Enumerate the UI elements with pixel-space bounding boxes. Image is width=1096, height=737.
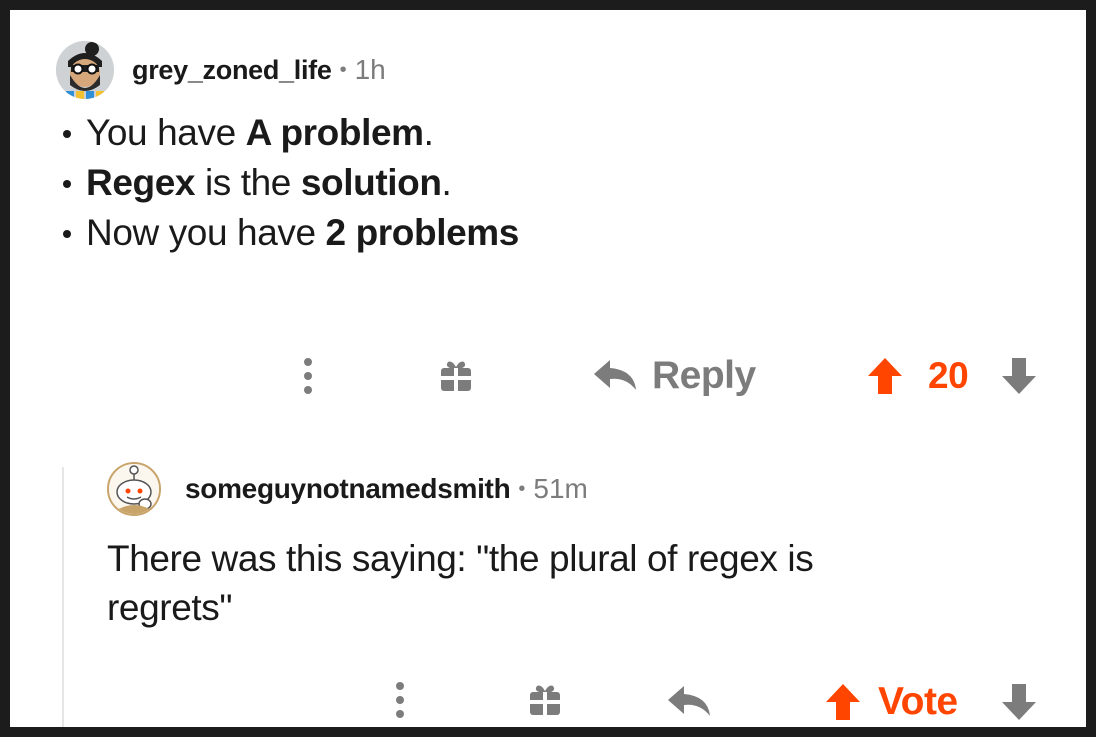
bearded-man-avatar-icon [56, 41, 114, 99]
snoo-avatar-icon [109, 464, 159, 514]
reply-button[interactable]: Reply [592, 350, 756, 402]
upvote-arrow-icon [826, 684, 860, 720]
bullet-item: You have A problem. [56, 108, 1056, 158]
vote-score: 20 [928, 350, 969, 402]
reply-label: Reply [652, 354, 756, 397]
upvote-arrow-icon [868, 358, 902, 394]
reply-arrow-icon [594, 360, 636, 390]
reply-more-options-button[interactable] [392, 678, 408, 722]
vote-label: Vote [878, 680, 958, 723]
text-run: . [441, 162, 452, 203]
bold-text: Regex [86, 162, 196, 203]
reply-username[interactable]: someguynotnamedsmith [185, 473, 511, 505]
text-run: You have [86, 112, 246, 153]
gift-award-icon [530, 685, 560, 715]
reply-arrow-icon [668, 686, 710, 716]
downvote-arrow-icon [1002, 684, 1036, 720]
comment-action-bar: Reply 20 [10, 346, 1086, 406]
reply-meta-separator: • [518, 477, 526, 500]
more-options-button[interactable] [300, 354, 316, 398]
reply-reply-button[interactable] [666, 680, 712, 724]
comment-time: 1h [354, 54, 386, 85]
more-vertical-icon [396, 682, 404, 718]
reply-body: There was this saying: "the plural of re… [107, 538, 814, 628]
bold-text: 2 problems [325, 212, 520, 253]
bold-text: solution [300, 162, 442, 203]
screen: grey_zoned_life • 1h You have A problem.… [10, 10, 1086, 727]
reply-time: 51m [533, 473, 588, 504]
upvote-button[interactable] [866, 354, 904, 398]
reply-give-award-button[interactable] [527, 680, 563, 720]
reply-action-bar: Vote [10, 670, 1086, 727]
comment-username[interactable]: grey_zoned_life [132, 55, 332, 86]
reply-vote-label: Vote [878, 676, 958, 727]
reply-avatar[interactable] [107, 462, 161, 516]
more-vertical-icon [304, 358, 312, 394]
downvote-arrow-icon [1002, 358, 1036, 394]
bullet-item: Regex is the solution. [56, 158, 1056, 208]
text-run: . [423, 112, 434, 153]
bullet-item: Now you have 2 problems [56, 208, 1056, 258]
comment-header: grey_zoned_life • 1h [56, 40, 386, 100]
comment-bullet-list: You have A problem. Regex is the solution… [56, 108, 1056, 258]
comment-body: You have A problem. Regex is the solution… [56, 108, 1056, 258]
bold-text: A problem [245, 112, 424, 153]
gift-award-icon [441, 361, 471, 391]
meta-separator: • [339, 58, 347, 81]
text-run: Now you have [86, 212, 326, 253]
text-run: is the [195, 162, 301, 203]
reply-downvote-button[interactable] [1000, 680, 1038, 724]
reply-header: someguynotnamedsmith • 51m [107, 460, 588, 518]
reply-upvote-button[interactable] [824, 680, 862, 724]
give-award-button[interactable] [438, 356, 474, 396]
user-avatar[interactable] [56, 41, 114, 99]
score-count: 20 [928, 355, 969, 396]
downvote-button[interactable] [1000, 354, 1038, 398]
